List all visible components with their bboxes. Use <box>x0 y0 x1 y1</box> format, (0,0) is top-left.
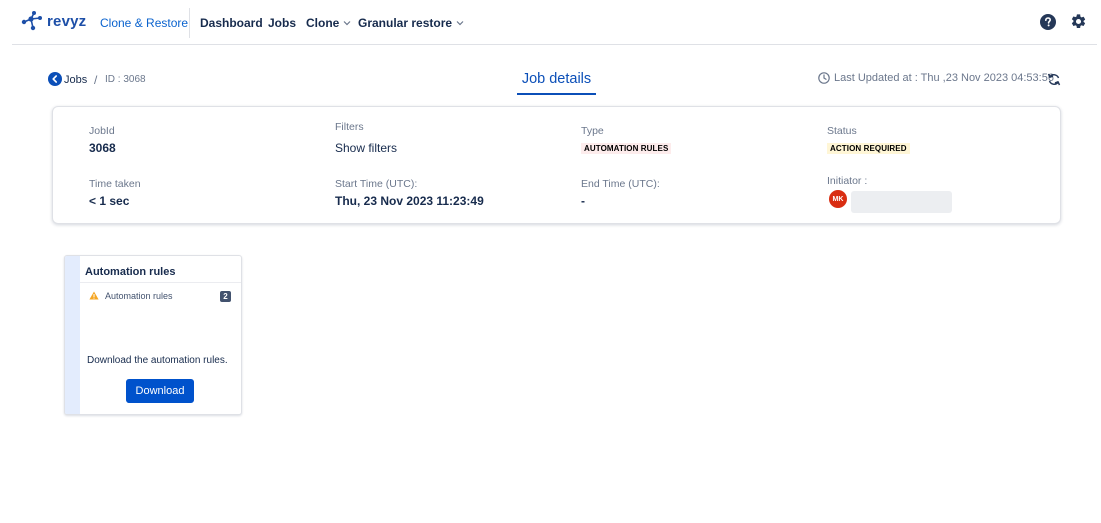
top-nav: revyz Clone & Restore Dashboard Jobs Clo… <box>12 0 1097 45</box>
breadcrumb-separator: / <box>94 73 98 87</box>
clock-icon <box>818 72 830 84</box>
time-taken-value: < 1 sec <box>89 194 130 208</box>
time-taken-label: Time taken <box>89 178 141 190</box>
nav-jobs-label: Jobs <box>268 16 297 30</box>
initiator-label: Initiator : <box>827 175 868 187</box>
last-updated-text: Last Updated at : Thu ,23 Nov 2023 04:53… <box>834 72 1054 84</box>
gear-icon[interactable] <box>1070 13 1087 30</box>
help-icon[interactable] <box>1040 14 1056 30</box>
card-divider <box>80 282 241 283</box>
start-time-label: Start Time (UTC): <box>335 178 418 190</box>
download-button[interactable]: Download <box>126 379 194 403</box>
show-filters-link[interactable]: Show filters <box>335 141 397 155</box>
jobid-value: 3068 <box>89 141 116 155</box>
status-badge: ACTION REQUIRED <box>827 143 910 154</box>
nav-clone[interactable]: Clone <box>306 16 351 30</box>
type-label: Type <box>581 125 604 137</box>
nav-granular-restore[interactable]: Granular restore <box>358 16 464 30</box>
nav-granular-restore-label: Granular restore <box>358 16 453 30</box>
breadcrumb-jobs-link[interactable]: Jobs <box>64 74 87 86</box>
tab-job-details[interactable]: Job details <box>517 71 596 95</box>
product-name[interactable]: Clone & Restore <box>100 16 188 30</box>
count-badge: 2 <box>220 291 231 302</box>
avatar: MK <box>829 190 847 208</box>
last-updated: Last Updated at : Thu ,23 Nov 2023 04:53… <box>818 72 1054 84</box>
chevron-down-icon <box>456 21 464 26</box>
nav-dashboard[interactable]: Dashboard <box>200 16 263 30</box>
revyz-logo[interactable]: revyz <box>20 10 86 32</box>
card-description: Download the automation rules. <box>87 355 228 366</box>
automation-rules-row-label: Automation rules <box>105 291 173 301</box>
nav-divider <box>189 8 190 38</box>
end-time-label: End Time (UTC): <box>581 178 660 190</box>
back-arrow-icon[interactable] <box>48 72 62 86</box>
card-title: Automation rules <box>85 266 176 278</box>
end-time-value: - <box>581 194 585 208</box>
warning-icon <box>89 291 99 300</box>
jobid-label: JobId <box>89 125 115 137</box>
nav-jobs[interactable]: Jobs <box>268 16 296 30</box>
status-label: Status <box>827 125 857 137</box>
card-stripe <box>65 256 80 414</box>
nav-clone-label: Clone <box>306 16 340 30</box>
job-info-card: JobId 3068 Filters Show filters Type AUT… <box>52 106 1061 224</box>
start-time-value: Thu, 23 Nov 2023 11:23:49 <box>335 194 484 208</box>
filters-label: Filters <box>335 121 364 133</box>
refresh-icon[interactable] <box>1047 72 1061 87</box>
automation-rules-card: Automation rules Automation rules 2 Down… <box>64 255 242 415</box>
nav-dashboard-label: Dashboard <box>200 16 263 30</box>
brand-name: revyz <box>47 12 87 30</box>
breadcrumb-job-id: ID : 3068 <box>105 74 146 85</box>
logo-mark-icon <box>21 11 42 31</box>
chevron-down-icon <box>343 21 351 26</box>
type-badge: AUTOMATION RULES <box>581 143 672 154</box>
initiator-name-redacted <box>851 191 952 213</box>
